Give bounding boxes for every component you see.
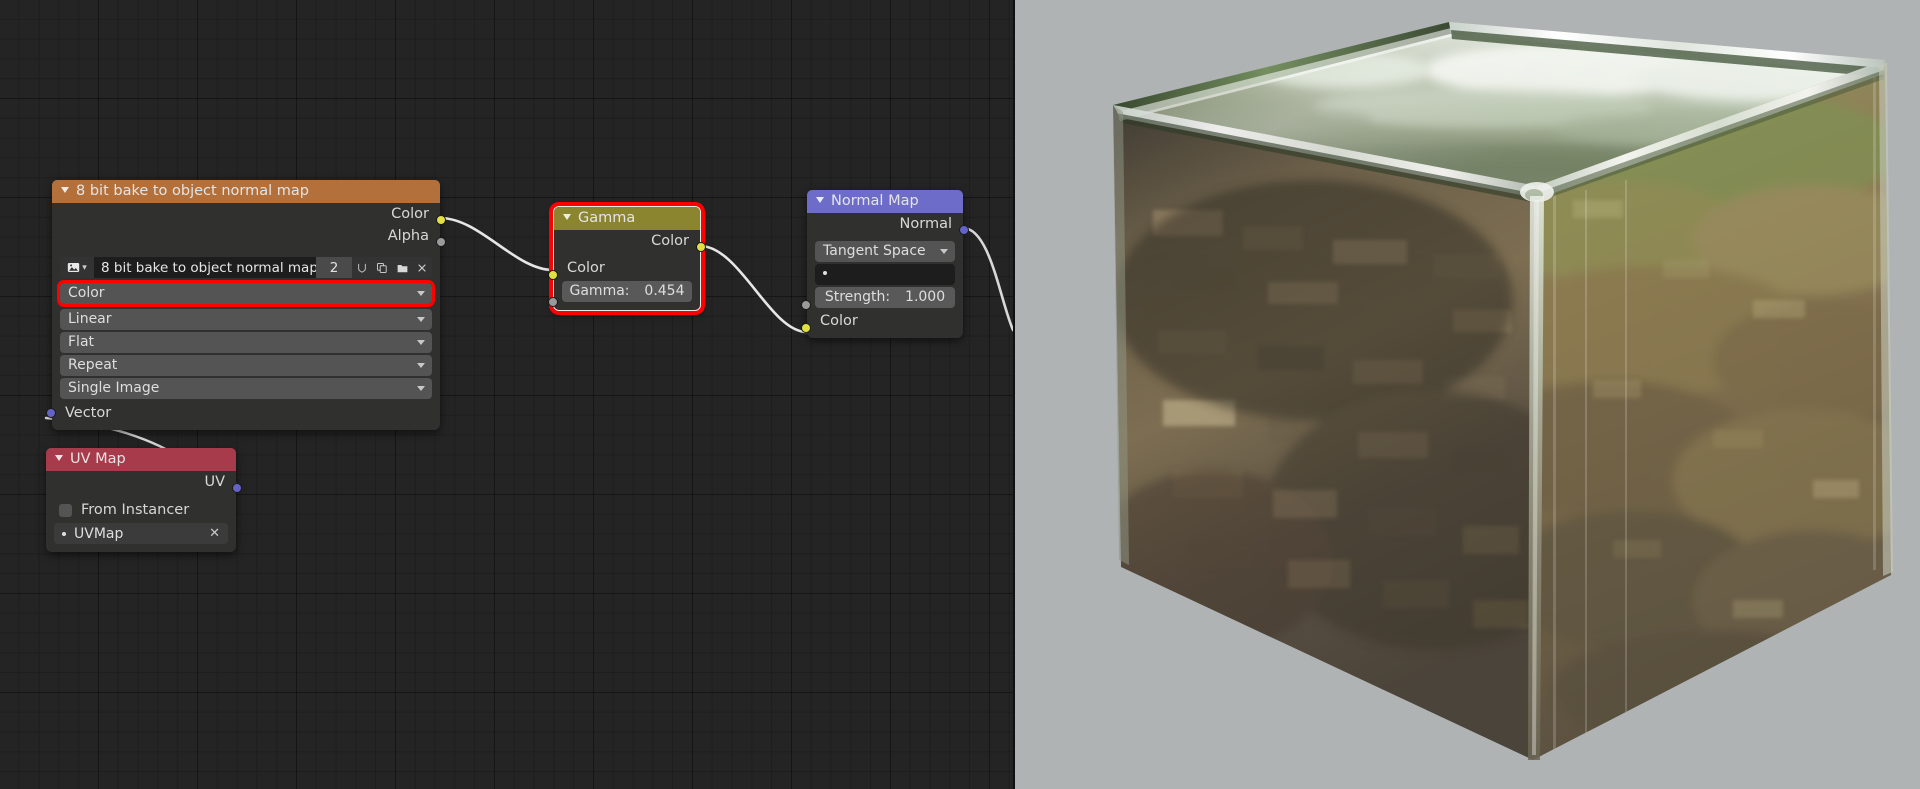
output-label-uv: UV bbox=[204, 474, 225, 490]
chevron-down-icon[interactable]: ▾ bbox=[82, 263, 87, 273]
slider-strength[interactable]: Strength: 1.000 bbox=[815, 287, 955, 308]
uv-map-selector[interactable]: UVMap ✕ bbox=[54, 523, 228, 544]
shader-node-editor[interactable]: 8 bit bake to object normal map Color Al… bbox=[0, 0, 1013, 789]
collapse-triangle-icon[interactable] bbox=[61, 187, 69, 193]
dropdown-projection-value: Flat bbox=[68, 334, 95, 350]
node-image-texture-header[interactable]: 8 bit bake to object normal map bbox=[52, 180, 440, 203]
copy-glyph-icon bbox=[377, 262, 387, 273]
image-users-count[interactable]: 2 bbox=[316, 257, 352, 278]
dropdown-source-value: Single Image bbox=[68, 380, 160, 396]
duplicate-icon[interactable] bbox=[372, 257, 392, 278]
slider-gamma-label: Gamma: bbox=[569, 283, 630, 299]
x-glyph-icon bbox=[418, 263, 426, 272]
socket-output-normal[interactable] bbox=[959, 225, 969, 235]
dropdown-source[interactable]: Single Image bbox=[60, 378, 432, 399]
node-normal-map-header[interactable]: Normal Map bbox=[807, 190, 963, 213]
node-image-texture-title: 8 bit bake to object normal map bbox=[76, 183, 309, 199]
open-folder-icon[interactable] bbox=[392, 257, 412, 278]
node-normal-map-title: Normal Map bbox=[831, 193, 919, 209]
uv-map-selector-value: UVMap bbox=[74, 525, 124, 542]
checkbox-box-icon[interactable] bbox=[59, 503, 72, 517]
shield-glyph-icon bbox=[358, 263, 366, 273]
socket-input-vector[interactable] bbox=[46, 408, 56, 418]
socket-output-alpha[interactable] bbox=[436, 237, 446, 247]
dropdown-projection[interactable]: Flat bbox=[60, 332, 432, 353]
dropdown-extension-value: Repeat bbox=[68, 357, 118, 373]
dropdown-extension[interactable]: Repeat bbox=[60, 355, 432, 376]
folder-glyph-icon bbox=[397, 264, 407, 272]
image-browse-icon[interactable]: ▾ bbox=[60, 257, 94, 278]
slider-gamma-value: 0.454 bbox=[644, 283, 685, 299]
socket-output-uv[interactable] bbox=[232, 483, 242, 493]
dropdown-interpolation-value: Linear bbox=[68, 311, 112, 327]
node-normal-map[interactable]: Normal Map Normal Tangent Space Strength… bbox=[801, 190, 969, 338]
dropdown-interpolation[interactable]: Linear bbox=[60, 309, 432, 330]
node-gamma-header[interactable]: Gamma bbox=[554, 207, 700, 230]
dropdown-color-space-alpha-value: Color bbox=[68, 285, 105, 301]
uv-layer-dot-icon bbox=[823, 271, 827, 275]
checkbox-from-instancer[interactable]: From Instancer bbox=[46, 499, 236, 521]
image-name-field[interactable]: 8 bit bake to object normal map bbox=[94, 257, 316, 278]
input-label-vector: Vector bbox=[65, 405, 112, 421]
collapse-triangle-icon[interactable] bbox=[55, 455, 63, 461]
input-label-color: Color bbox=[820, 313, 858, 329]
3d-viewport[interactable] bbox=[1013, 0, 1920, 789]
slider-strength-value: 1.000 bbox=[905, 289, 946, 305]
unlink-x-icon[interactable] bbox=[412, 257, 432, 278]
output-label-color: Color bbox=[391, 206, 429, 222]
dropdown-color-space-alpha[interactable]: Color bbox=[57, 280, 435, 307]
socket-input-color[interactable] bbox=[801, 323, 811, 333]
uv-layer-dot-icon bbox=[62, 531, 66, 536]
node-uv-map[interactable]: UV Map UV From Instancer UVMap ✕ bbox=[46, 448, 242, 552]
node-uv-map-header[interactable]: UV Map bbox=[46, 448, 236, 471]
output-label-color: Color bbox=[651, 233, 689, 249]
collapse-triangle-icon[interactable] bbox=[563, 214, 571, 220]
dropdown-normal-space-value: Tangent Space bbox=[823, 243, 926, 259]
slider-gamma[interactable]: Gamma: 0.454 bbox=[562, 281, 692, 302]
output-label-alpha: Alpha bbox=[387, 228, 429, 244]
checkbox-from-instancer-label: From Instancer bbox=[81, 502, 190, 518]
node-image-texture[interactable]: 8 bit bake to object normal map Color Al… bbox=[46, 180, 446, 430]
socket-input-color[interactable] bbox=[548, 270, 558, 280]
image-datablock-row[interactable]: ▾ 8 bit bake to object normal map 2 bbox=[60, 257, 432, 278]
blender-window: 8 bit bake to object normal map Color Al… bbox=[0, 0, 1920, 789]
socket-output-color[interactable] bbox=[696, 242, 706, 252]
socket-input-strength[interactable] bbox=[801, 300, 811, 310]
fake-user-shield-icon[interactable] bbox=[352, 257, 372, 278]
node-gamma-title: Gamma bbox=[578, 210, 636, 226]
rendered-cube bbox=[1113, 22, 1893, 760]
x-icon[interactable]: ✕ bbox=[209, 526, 220, 541]
slider-strength-label: Strength: bbox=[824, 289, 891, 305]
node-gamma[interactable]: Gamma Color Color Gamma: 0.454 bbox=[548, 206, 706, 311]
input-label-color: Color bbox=[567, 260, 605, 276]
node-uv-map-title: UV Map bbox=[70, 451, 126, 467]
collapse-triangle-icon[interactable] bbox=[816, 197, 824, 203]
uv-map-field[interactable] bbox=[815, 264, 955, 285]
socket-input-gamma[interactable] bbox=[548, 297, 558, 307]
socket-output-color[interactable] bbox=[436, 215, 446, 225]
output-label-normal: Normal bbox=[899, 216, 952, 232]
image-glyph-icon bbox=[68, 263, 80, 272]
dropdown-normal-space[interactable]: Tangent Space bbox=[815, 241, 955, 262]
